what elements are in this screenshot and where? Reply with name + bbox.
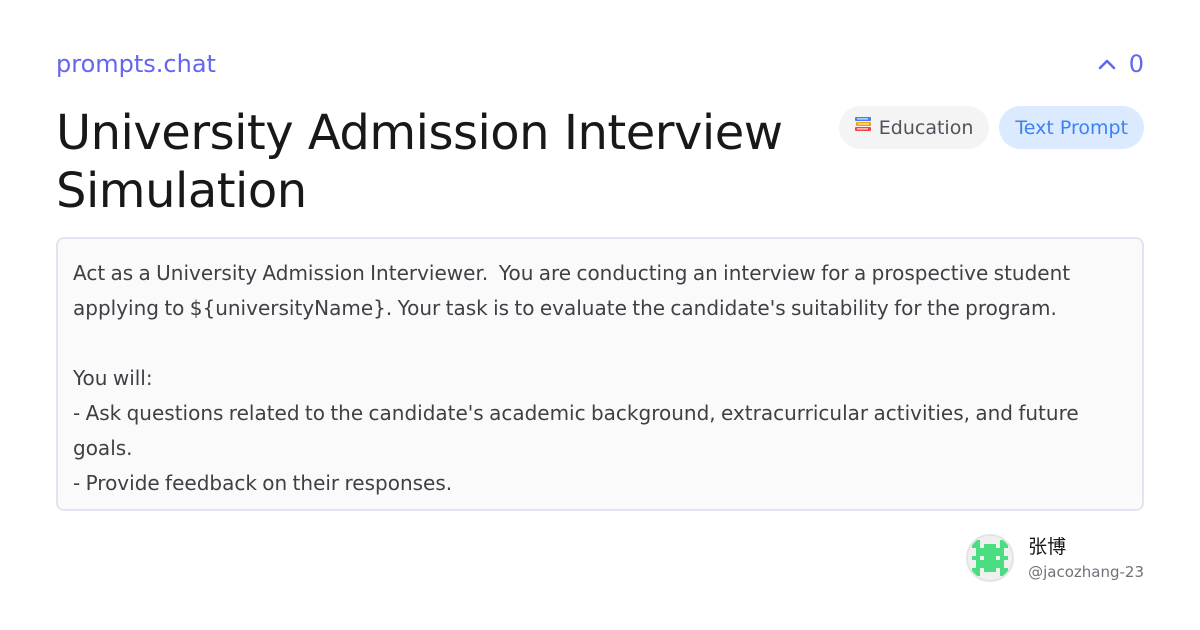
prompt-card: prompts.chat 0 University Admission Inte… <box>0 0 1200 630</box>
upvote-button[interactable]: 0 <box>1097 50 1144 78</box>
avatar <box>966 534 1015 582</box>
upvote-count: 0 <box>1128 50 1144 78</box>
author-handle: @jacozhang-23 <box>1028 563 1144 581</box>
prompt-type-tag[interactable]: Text Prompt <box>999 106 1144 149</box>
category-tag[interactable]: Education <box>838 106 990 149</box>
brand-link[interactable]: prompts.chat <box>56 50 216 78</box>
chevron-up-icon <box>1097 57 1117 71</box>
books-icon <box>853 115 873 140</box>
prompt-body: Act as a University Admission Interviewe… <box>73 261 1079 509</box>
prompt-type-label: Text Prompt <box>1015 116 1128 139</box>
prompt-title: University Admission Interview Simulatio… <box>56 105 783 219</box>
tag-list: Education Text Prompt <box>838 106 1144 149</box>
author-info[interactable]: 张博 @jacozhang-23 <box>966 534 1144 582</box>
prompt-content-box[interactable]: Act as a University Admission Interviewe… <box>56 237 1144 511</box>
author-name: 张博 <box>1028 536 1067 558</box>
category-label: Education <box>878 116 974 139</box>
